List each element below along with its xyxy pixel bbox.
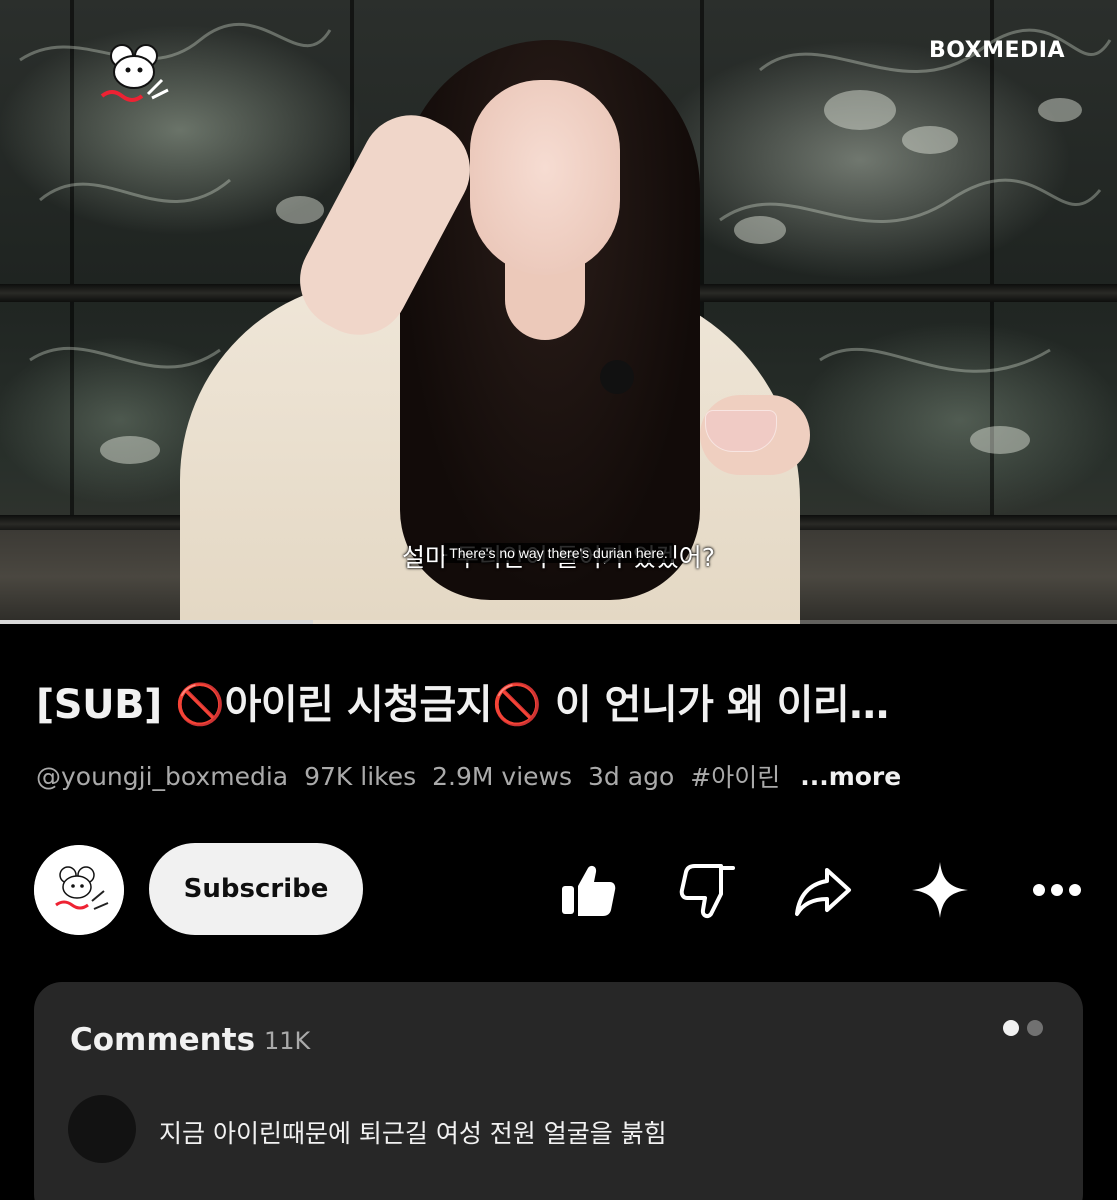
hashtag-link[interactable]: #아이린	[690, 758, 780, 794]
commenter-avatar	[68, 1095, 136, 1163]
channel-logo-watermark	[88, 36, 188, 116]
top-comment-text: 지금 아이린때문에 퇴근길 여성 전원 얼굴을 붉힘	[159, 1119, 667, 1148]
view-count: 2.9M views	[432, 761, 573, 791]
comments-count: 11K	[264, 1027, 311, 1055]
more-horizontal-icon	[1033, 884, 1081, 896]
video-player[interactable]: BOXMEDIA 설마 두리안이 들어가 있겠어? There's no way…	[0, 0, 1117, 624]
share-button[interactable]	[788, 855, 858, 925]
more-link[interactable]: ...more	[800, 762, 901, 791]
carousel-dot-active	[1003, 1020, 1019, 1036]
more-actions-button[interactable]	[1022, 855, 1092, 925]
comments-title: Comments	[70, 1022, 256, 1058]
share-icon	[795, 868, 851, 916]
mouse-logo-icon	[100, 44, 169, 102]
subtitle-english: There's no way there's durian here.	[444, 543, 673, 563]
video-title[interactable]: [SUB] 🚫아이린 시청금지🚫 이 언니가 왜 이리…	[36, 672, 1096, 730]
dislike-button[interactable]	[672, 855, 742, 925]
ask-button[interactable]	[905, 855, 975, 925]
channel-avatar[interactable]	[34, 845, 124, 935]
channel-avatar-logo-icon	[34, 845, 124, 935]
video-meta-row[interactable]: @youngji_boxmedia 97K likes 2.9M views 3…	[36, 758, 917, 794]
like-button[interactable]	[553, 855, 623, 925]
comments-card[interactable]: Comments 11K 지금 아이린때문에 퇴근길 여성 전원 얼굴을 붉힘	[34, 982, 1083, 1200]
brand-watermark: BOXMEDIA	[928, 38, 1065, 63]
drinking-glass	[705, 410, 777, 452]
lapel-microphone	[600, 360, 634, 394]
progress-bar[interactable]	[0, 620, 1117, 624]
carousel-dots	[1003, 1020, 1043, 1036]
progress-fill	[0, 620, 313, 624]
channel-handle[interactable]: @youngji_boxmedia	[36, 762, 288, 791]
like-count: 97K likes	[304, 761, 417, 791]
thumbs-up-icon	[562, 865, 616, 916]
upload-age: 3d ago	[588, 761, 675, 791]
subscribe-button[interactable]: Subscribe	[149, 843, 363, 935]
person-face	[470, 80, 620, 275]
carousel-dot	[1027, 1020, 1043, 1036]
thumbs-down-icon	[679, 864, 735, 919]
sparkle-icon	[912, 862, 968, 918]
subtitle-english-wrap: There's no way there's durian here.	[0, 543, 1117, 563]
